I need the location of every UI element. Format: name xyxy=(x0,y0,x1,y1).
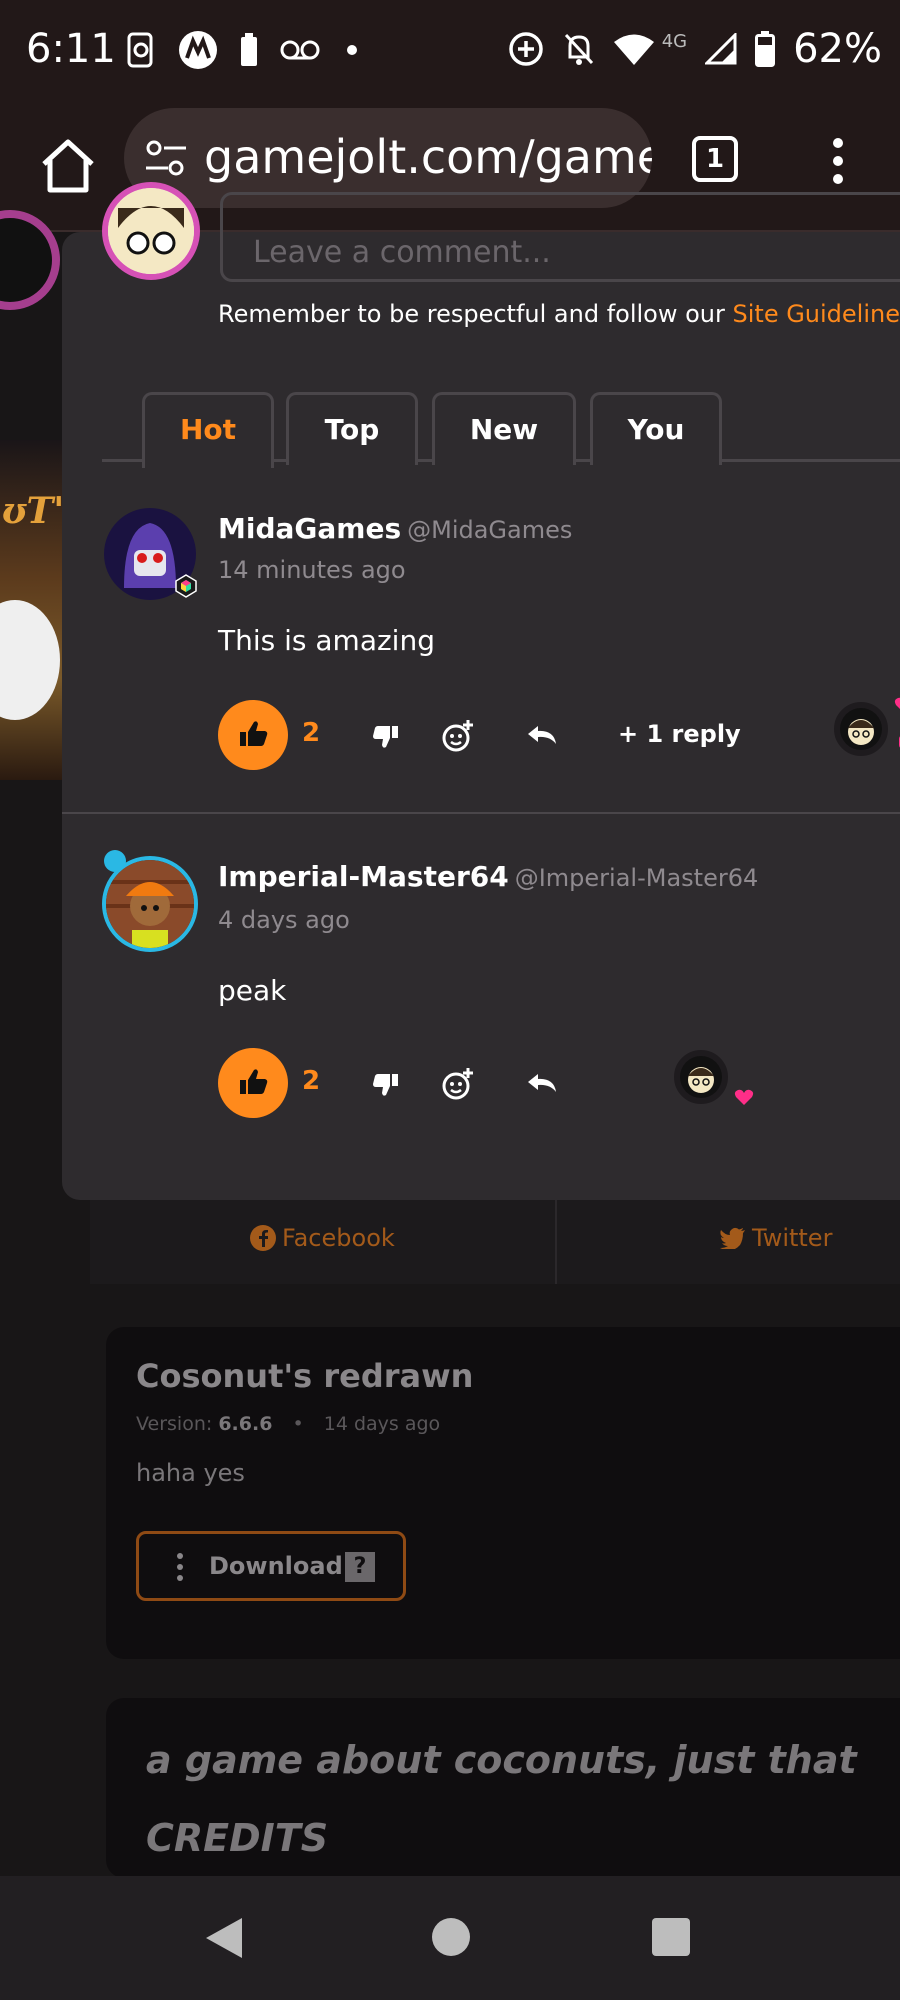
author-name[interactable]: Imperial-Master64 xyxy=(218,860,509,893)
author-handle[interactable]: @MidaGames xyxy=(407,516,572,544)
comment-divider xyxy=(62,812,900,814)
like-count: 2 xyxy=(302,1066,321,1096)
game-description: a game about coconuts, just that CREDITS xyxy=(106,1698,900,1878)
phone-sync-icon xyxy=(127,32,153,68)
reactor-avatar[interactable] xyxy=(674,1050,728,1104)
site-settings-icon[interactable] xyxy=(144,138,188,178)
tab-switcher-button[interactable]: 1 xyxy=(692,136,738,182)
hat-badge-icon xyxy=(104,850,126,872)
version-label: Version: xyxy=(136,1413,213,1435)
download-label: Download xyxy=(209,1552,343,1580)
reply-icon[interactable] xyxy=(524,1066,560,1102)
share-twitter[interactable]: Twitter xyxy=(720,1224,832,1252)
share-divider xyxy=(555,1200,557,1284)
comment-actions: 2 + 1 reply xyxy=(218,697,900,770)
comment-timestamp[interactable]: 14 minutes ago xyxy=(218,556,406,584)
my-avatar xyxy=(102,182,200,280)
share-facebook[interactable]: Facebook xyxy=(250,1224,395,1252)
share-facebook-label: Facebook xyxy=(282,1224,395,1252)
kebab-icon xyxy=(177,1553,183,1581)
release-meta: Version: 6.6.6 • 14 days ago xyxy=(136,1413,440,1435)
comment-sort-tabs: Hot Top New You xyxy=(102,392,900,468)
download-button[interactable]: Download ? xyxy=(136,1531,406,1601)
share-twitter-label: Twitter xyxy=(752,1224,833,1252)
add-reaction-icon[interactable] xyxy=(440,1066,476,1102)
share-row: Facebook Twitter xyxy=(90,1200,900,1284)
author-name[interactable]: MidaGames xyxy=(218,512,401,545)
twitter-icon xyxy=(720,1227,745,1251)
release-card: Cosonut's redrawn Version: 6.6.6 • 14 da… xyxy=(106,1327,900,1659)
description-heading: CREDITS xyxy=(146,1816,329,1860)
reactor-avatar-art xyxy=(680,1056,722,1098)
comment-body: peak xyxy=(218,974,287,1007)
comment-author[interactable]: MidaGames @MidaGames xyxy=(218,512,572,545)
heart-icon xyxy=(734,1089,754,1105)
comment-timestamp[interactable]: 4 days ago xyxy=(218,906,350,934)
like-button[interactable] xyxy=(218,700,288,770)
battery-small-icon xyxy=(241,33,257,66)
add-reaction-icon[interactable] xyxy=(440,718,476,754)
dot-icon xyxy=(347,45,357,55)
bell-off-icon xyxy=(564,33,593,65)
comments-panel: Leave a comment... Remember to be respec… xyxy=(62,182,900,1200)
thumbs-down-icon[interactable] xyxy=(368,718,404,754)
battery-icon xyxy=(755,31,776,67)
meta-separator: • xyxy=(292,1413,304,1435)
thumbnail-character xyxy=(0,600,60,720)
like-button[interactable] xyxy=(218,1048,288,1118)
my-avatar-art xyxy=(108,188,194,274)
site-guidelines-link[interactable]: Site Guidelines xyxy=(733,300,900,328)
motorola-icon xyxy=(179,31,217,69)
more-options-icon[interactable] xyxy=(826,136,850,186)
comment-author[interactable]: Imperial-Master64 @Imperial-Master64 xyxy=(218,860,758,893)
comment-input[interactable]: Leave a comment... xyxy=(220,192,900,282)
thumbnail-art: ʊT'S xyxy=(2,490,70,532)
voicemail-icon xyxy=(280,40,320,60)
tab-you[interactable]: You xyxy=(590,392,722,465)
verified-badge-icon xyxy=(175,574,197,598)
replier-avatar[interactable] xyxy=(834,702,888,756)
clock: 6:11 xyxy=(26,26,116,72)
description-line: a game about coconuts, just that xyxy=(146,1738,857,1782)
back-icon[interactable] xyxy=(204,1916,244,1960)
facebook-icon xyxy=(250,1225,276,1251)
version-number: 6.6.6 xyxy=(218,1413,273,1435)
notification-icons xyxy=(126,30,362,70)
thumbs-down-icon[interactable] xyxy=(368,1066,404,1102)
home-nav-icon[interactable] xyxy=(432,1918,470,1956)
status-bar: 6:11 4G 62% xyxy=(0,0,900,100)
comment-body: This is amazing xyxy=(218,624,435,657)
recents-icon[interactable] xyxy=(652,1918,690,1956)
battery-percent: 62% xyxy=(793,26,882,72)
release-title: Cosonut's redrawn xyxy=(136,1357,474,1395)
guidelines-text: Remember to be respectful and follow our xyxy=(218,300,733,328)
like-count: 2 xyxy=(302,718,321,748)
comment-input-placeholder: Leave a comment... xyxy=(253,235,551,270)
thumbs-up-icon xyxy=(240,721,268,746)
heart-icon xyxy=(894,697,900,709)
guidelines-notice: Remember to be respectful and follow our… xyxy=(218,300,900,328)
url-text[interactable]: gamejolt.com/game xyxy=(204,130,652,184)
game-thumbnail: ʊT'S xyxy=(0,440,70,780)
signal-icon xyxy=(705,33,737,65)
tab-new[interactable]: New xyxy=(432,392,576,465)
wifi-icon xyxy=(613,34,654,65)
data-saver-icon xyxy=(508,32,543,66)
system-nav-bar xyxy=(0,1876,900,2000)
release-date: 14 days ago xyxy=(323,1413,441,1435)
thumbs-up-icon xyxy=(240,1069,268,1094)
tab-hot[interactable]: Hot xyxy=(142,392,274,468)
network-type: 4G xyxy=(661,30,688,52)
replier-avatar-art xyxy=(840,708,882,750)
reply-icon[interactable] xyxy=(524,718,560,754)
tab-top[interactable]: Top xyxy=(286,392,418,465)
home-icon[interactable] xyxy=(36,134,100,198)
unknown-platform-icon: ? xyxy=(345,1552,375,1582)
release-description: haha yes xyxy=(136,1459,245,1487)
author-handle[interactable]: @Imperial-Master64 xyxy=(515,864,759,892)
reply-count-button[interactable]: + 1 reply xyxy=(618,720,741,748)
comment-actions: 2 xyxy=(218,1048,898,1118)
system-icons: 4G 62% xyxy=(508,26,882,72)
